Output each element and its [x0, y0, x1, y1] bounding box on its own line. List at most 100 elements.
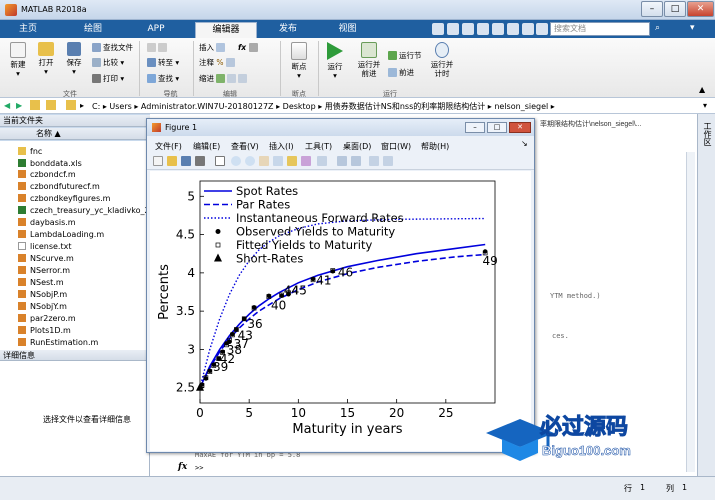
- zoom-in-icon[interactable]: [231, 156, 241, 166]
- insert-legend-icon[interactable]: [351, 156, 361, 166]
- fx-icon[interactable]: fx: [178, 462, 187, 472]
- maximize-button[interactable]: □: [664, 1, 686, 17]
- list-item[interactable]: license.txt: [18, 242, 71, 251]
- indent-button[interactable]: 缩进: [199, 74, 249, 83]
- rotate-3d-icon[interactable]: [273, 156, 283, 166]
- figure-maximize-button[interactable]: □: [487, 122, 507, 133]
- menu-tools[interactable]: 工具(T): [305, 141, 332, 152]
- insert-button[interactable]: 插入: [199, 43, 227, 52]
- goto-button[interactable]: 转至 ▾: [147, 58, 179, 67]
- minimize-button[interactable]: –: [641, 1, 663, 17]
- name-column-header[interactable]: 名称 ▲: [0, 128, 150, 140]
- print-figure-icon[interactable]: [195, 156, 205, 166]
- print-button[interactable]: 打印 ▾: [92, 74, 124, 83]
- comment-button[interactable]: 注释 %: [199, 58, 237, 67]
- menu-edit[interactable]: 编辑(E): [193, 141, 220, 152]
- workspace-collapsed-panel[interactable]: 工作区: [697, 114, 715, 476]
- advance-button[interactable]: 前进: [388, 68, 414, 77]
- breadcrumb-item[interactable]: Desktop: [283, 102, 316, 111]
- edit-plot-icon[interactable]: [215, 156, 225, 166]
- run-and-time-button[interactable]: 运行并 计时: [428, 42, 456, 78]
- menu-dock-icon[interactable]: ↘: [521, 139, 528, 148]
- zoom-out-icon[interactable]: [245, 156, 255, 166]
- list-item[interactable]: czbondfuturecf.m: [18, 182, 100, 191]
- tab-publish[interactable]: 发布: [268, 22, 308, 38]
- list-item[interactable]: czech_treasury_yc_kladivko_2: [18, 206, 150, 215]
- tab-apps[interactable]: APP: [136, 22, 176, 38]
- tab-home[interactable]: 主页: [8, 22, 48, 38]
- data-cursor-icon[interactable]: [287, 156, 297, 166]
- up-folder-icon[interactable]: [30, 100, 40, 110]
- new-figure-icon[interactable]: [153, 156, 163, 166]
- list-item[interactable]: par2zero.m: [18, 314, 76, 323]
- compare-button[interactable]: 比较 ▾: [92, 58, 124, 67]
- switch-windows-icon[interactable]: [522, 23, 534, 35]
- figure-window[interactable]: Figure 1 – □ ✕ 文件(F) 编辑(E) 查看(V) 插入(I) 工…: [146, 118, 535, 453]
- menu-desktop[interactable]: 桌面(D): [343, 141, 371, 152]
- notifications-icon[interactable]: ▾: [690, 23, 695, 33]
- hide-plot-tools-icon[interactable]: [369, 156, 379, 166]
- list-item[interactable]: NSobjP.m: [18, 290, 67, 299]
- copy-quick-icon[interactable]: [462, 23, 474, 35]
- list-item[interactable]: LambdaLoading.m: [18, 230, 104, 239]
- menu-window[interactable]: 窗口(W): [381, 141, 411, 152]
- undo-quick-icon[interactable]: [492, 23, 504, 35]
- browse-folder-icon[interactable]: [46, 100, 56, 110]
- breadcrumb-item[interactable]: C:: [92, 102, 100, 111]
- collapse-toolstrip-icon[interactable]: ▲: [699, 85, 705, 94]
- new-button[interactable]: 新建 ▾: [4, 42, 32, 78]
- forward-icon[interactable]: ▶: [16, 101, 22, 110]
- brush-icon[interactable]: [301, 156, 311, 166]
- paste-quick-icon[interactable]: [477, 23, 489, 35]
- open-button[interactable]: 打开 ▾: [32, 42, 60, 76]
- list-item[interactable]: bonddata.xls: [18, 159, 82, 168]
- breadcrumb-item[interactable]: nelson_siegel: [494, 102, 548, 111]
- list-item[interactable]: czbondkeyfigures.m: [18, 194, 110, 203]
- save-quick-icon[interactable]: [432, 23, 444, 35]
- menu-view[interactable]: 查看(V): [231, 141, 259, 152]
- back-icon[interactable]: ◀: [4, 101, 10, 110]
- insert-colorbar-icon[interactable]: [337, 156, 347, 166]
- list-item[interactable]: RunEstimation.m: [18, 338, 98, 347]
- open-file-icon[interactable]: [167, 156, 177, 166]
- figure-minimize-button[interactable]: –: [465, 122, 485, 133]
- list-item[interactable]: NSest.m: [18, 278, 64, 287]
- run-section-button[interactable]: 运行节: [388, 51, 422, 60]
- list-item[interactable]: NSerror.m: [18, 266, 70, 275]
- save-figure-icon[interactable]: [181, 156, 191, 166]
- close-button[interactable]: ✕: [687, 1, 714, 17]
- back-button[interactable]: [147, 43, 169, 52]
- list-item[interactable]: fnc: [18, 147, 42, 156]
- insert-function-button[interactable]: fx: [238, 43, 260, 52]
- tab-plots[interactable]: 绘图: [73, 22, 113, 38]
- find-button[interactable]: 查找 ▾: [147, 74, 179, 83]
- breadcrumb-item[interactable]: Users: [109, 102, 131, 111]
- run-and-advance-button[interactable]: 运行并 前进: [354, 42, 384, 78]
- breadcrumb-item[interactable]: Administrator.WIN7U-20180127Z: [141, 102, 274, 111]
- help-quick-icon[interactable]: [536, 23, 548, 35]
- search-icon[interactable]: ⌕: [655, 23, 660, 33]
- list-item[interactable]: NSobjY.m: [18, 302, 67, 311]
- cut-quick-icon[interactable]: [447, 23, 459, 35]
- figure-close-button[interactable]: ✕: [509, 122, 531, 133]
- address-dropdown-icon[interactable]: ▾: [703, 101, 707, 110]
- menu-insert[interactable]: 插入(I): [269, 141, 294, 152]
- tab-view[interactable]: 视图: [325, 22, 370, 38]
- run-button[interactable]: 运行 ▾: [322, 42, 348, 80]
- show-plot-tools-icon[interactable]: [383, 156, 393, 166]
- address-bar[interactable]: ◀ ▶ ▸ C: ▸ Users ▸ Administrator.WIN7U-2…: [0, 98, 715, 114]
- list-item[interactable]: NScurve.m: [18, 254, 74, 263]
- breadcrumb-item[interactable]: 用债券数据估计NS和nss的利率期限结构估计: [325, 102, 485, 111]
- list-item[interactable]: Plots1D.m: [18, 326, 71, 335]
- menu-help[interactable]: 帮助(H): [421, 141, 449, 152]
- save-button[interactable]: 保存 ▾: [60, 42, 88, 76]
- menu-file[interactable]: 文件(F): [155, 141, 182, 152]
- list-item[interactable]: daybasis.m: [18, 218, 76, 227]
- find-files-button[interactable]: 查找文件: [92, 43, 133, 52]
- tab-editor[interactable]: 编辑器: [195, 22, 257, 38]
- pan-icon[interactable]: [259, 156, 269, 166]
- search-docs-input[interactable]: 搜索文档: [550, 22, 650, 36]
- link-plot-icon[interactable]: [317, 156, 327, 166]
- list-item[interactable]: czbondcf.m: [18, 170, 76, 179]
- redo-quick-icon[interactable]: [507, 23, 519, 35]
